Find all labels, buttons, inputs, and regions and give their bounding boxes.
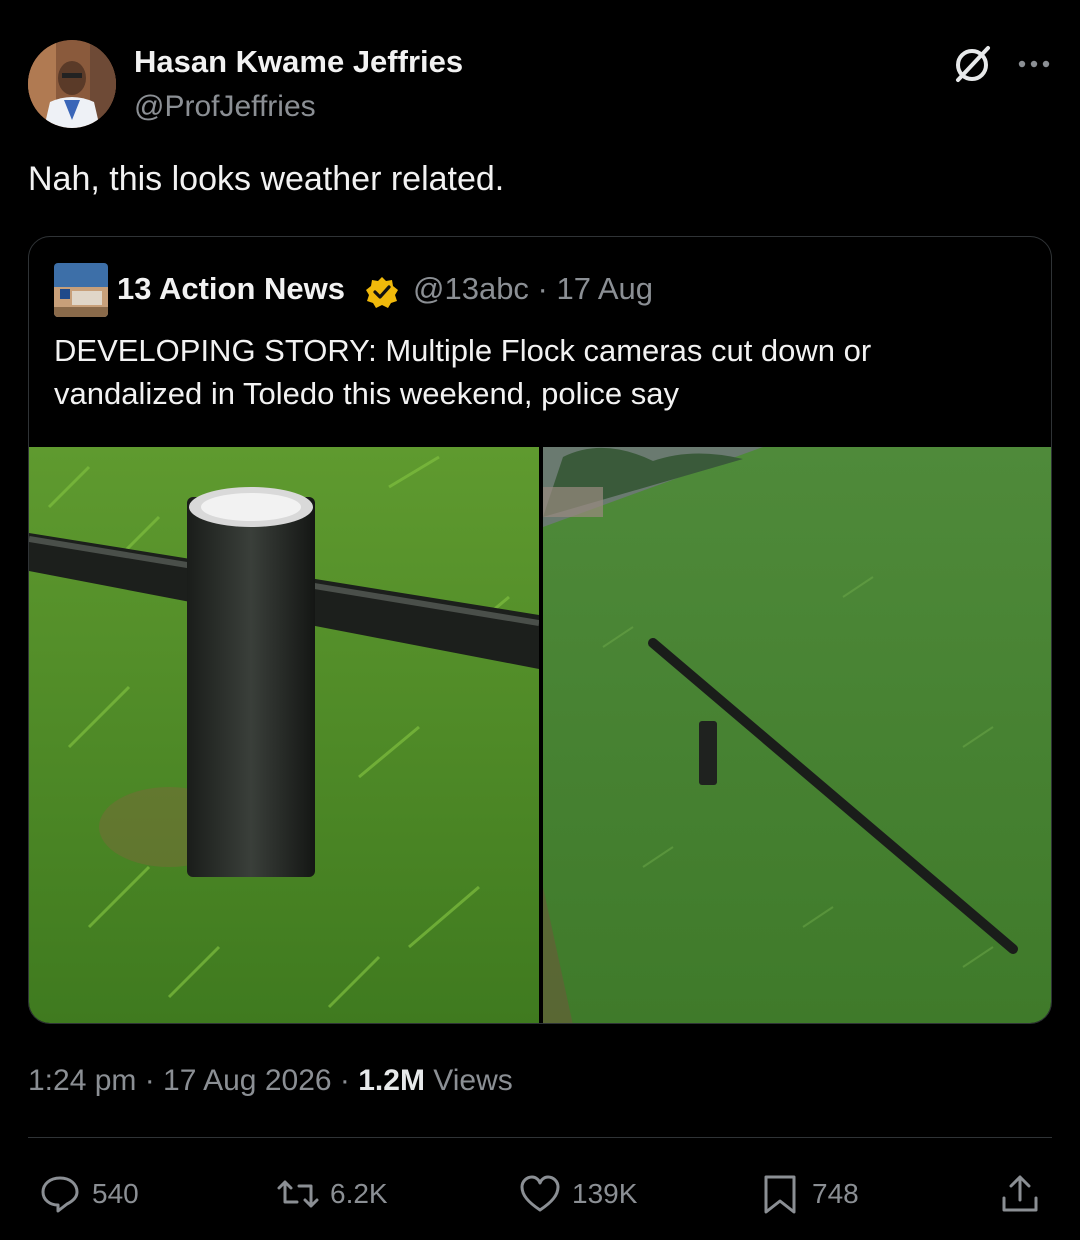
bookmark-count: 748 bbox=[812, 1178, 859, 1209]
author-name[interactable]: Hasan Kwame Jeffries bbox=[134, 44, 463, 80]
time-date: 1:24 pm · 17 Aug 2026 · bbox=[28, 1064, 359, 1097]
quoted-post[interactable]: 13 Action News @13abc · 17 Aug DEVELOPIN… bbox=[28, 236, 1052, 1024]
avatar[interactable] bbox=[28, 40, 116, 128]
repost-count: 6.2K bbox=[330, 1178, 388, 1209]
like-count: 139K bbox=[572, 1178, 638, 1209]
quoted-avatar[interactable] bbox=[54, 263, 108, 317]
author-handle[interactable]: @ProfJeffries bbox=[134, 90, 316, 124]
post-image-left[interactable] bbox=[29, 447, 539, 1023]
heart-icon bbox=[520, 1175, 560, 1212]
reply-icon bbox=[41, 1176, 79, 1213]
post-image-right[interactable] bbox=[543, 447, 1051, 1023]
like-button[interactable]: 139K bbox=[518, 1172, 637, 1216]
share-button[interactable] bbox=[998, 1172, 1052, 1216]
bookmark-icon bbox=[764, 1175, 796, 1214]
views-label: Views bbox=[424, 1064, 513, 1097]
post-timestamp[interactable]: 1:24 pm · 17 Aug 2026 · 1.2M Views bbox=[28, 1064, 513, 1098]
tweet-text: Nah, this looks weather related. bbox=[28, 160, 505, 198]
divider bbox=[28, 1137, 1052, 1138]
more-options-icon[interactable] bbox=[1013, 42, 1055, 78]
quoted-text: DEVELOPING STORY: Multiple Flock cameras… bbox=[54, 333, 872, 411]
quoted-author-name[interactable]: 13 Action News bbox=[117, 271, 345, 307]
quoted-handle-date: @13abc · 17 Aug bbox=[413, 271, 654, 306]
views-count: 1.2M bbox=[358, 1064, 425, 1097]
verified-badge-icon bbox=[366, 277, 398, 308]
repost-button[interactable]: 6.2K bbox=[276, 1172, 388, 1216]
reply-count: 540 bbox=[92, 1178, 139, 1209]
reply-button[interactable]: 540 bbox=[38, 1172, 139, 1216]
tweet-header: Hasan Kwame Jeffries @ProfJeffries bbox=[28, 40, 1052, 130]
repost-icon bbox=[277, 1180, 319, 1208]
bookmark-button[interactable]: 748 bbox=[758, 1172, 859, 1216]
grok-icon[interactable] bbox=[952, 44, 992, 84]
share-icon bbox=[1002, 1175, 1038, 1212]
